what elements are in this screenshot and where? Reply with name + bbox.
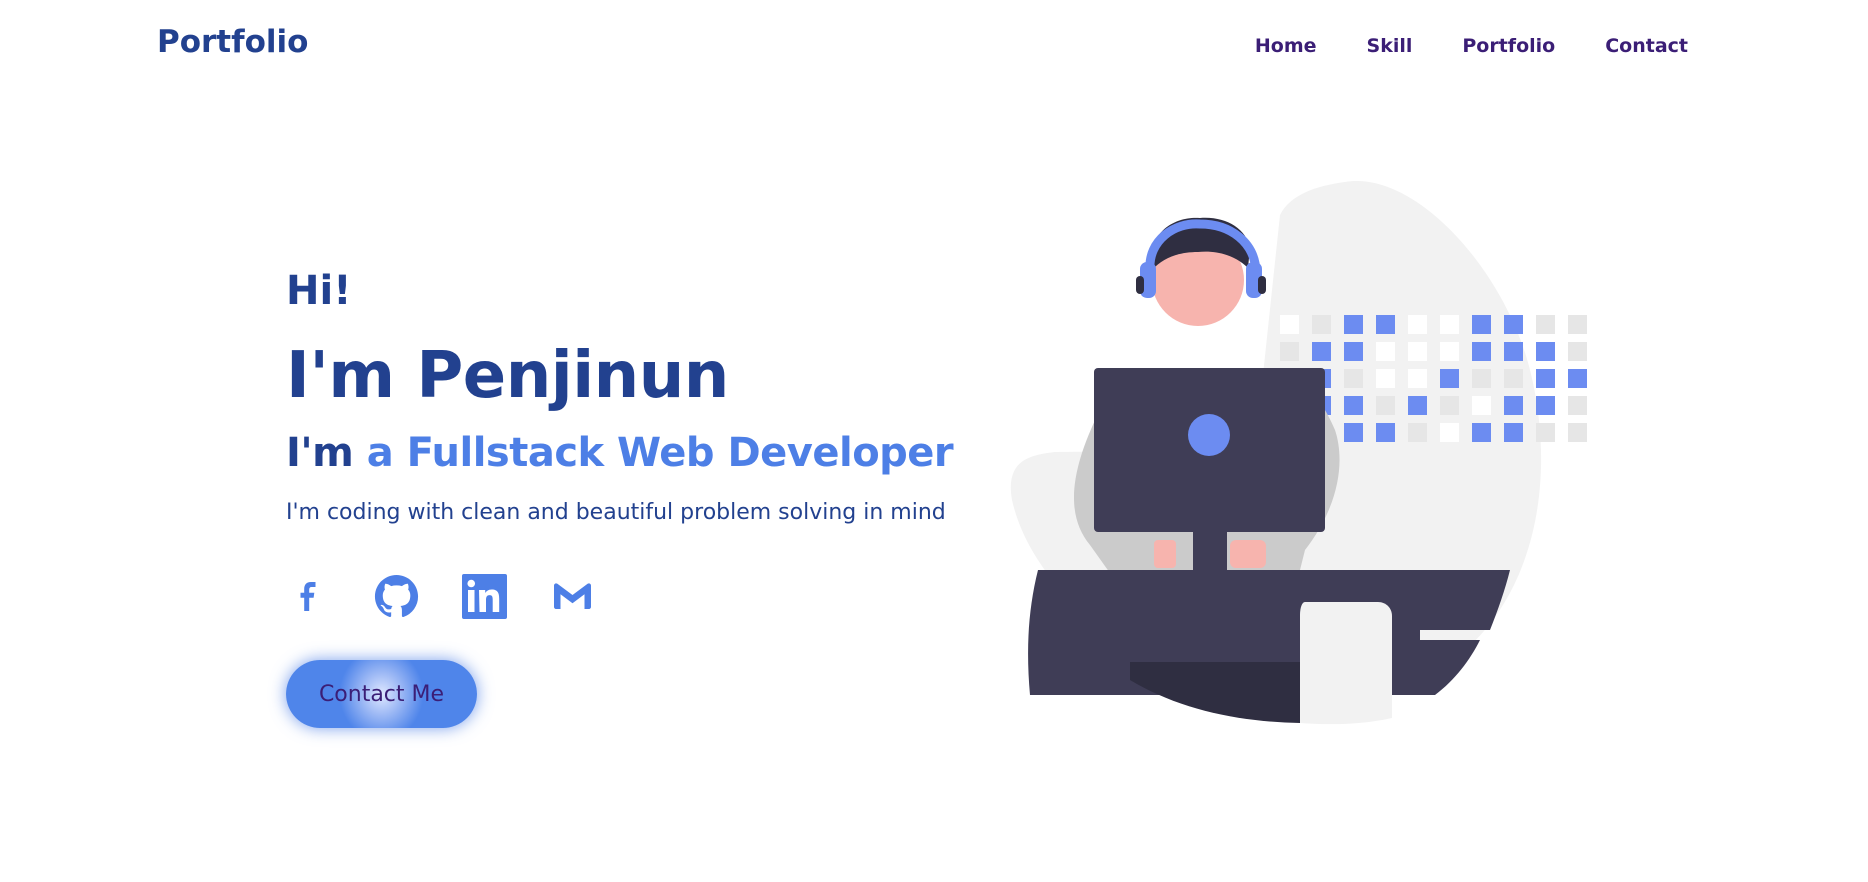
- facebook-icon[interactable]: [286, 574, 331, 619]
- monitor-stand: [1193, 532, 1227, 572]
- hero-tagline: I'm coding with clean and beautiful prob…: [286, 500, 946, 525]
- greeting: Hi!: [286, 268, 352, 314]
- contact-me-button[interactable]: Contact Me: [286, 660, 477, 728]
- chair-seat: [1130, 662, 1300, 723]
- nav-link-contact[interactable]: Contact: [1605, 35, 1688, 57]
- developer-illustration: [1000, 170, 1600, 730]
- chair-back: [1300, 602, 1392, 725]
- github-icon[interactable]: [374, 574, 419, 619]
- nav-links: Home Skill Portfolio Contact: [1255, 35, 1688, 57]
- role-prefix: I'm: [286, 430, 354, 476]
- nav-link-portfolio[interactable]: Portfolio: [1462, 35, 1555, 57]
- role-accent: a Fullstack Web Developer: [366, 430, 954, 476]
- hand-left: [1154, 540, 1176, 568]
- social-links: [286, 574, 595, 619]
- hero-text: Hi! I'm Penjinun I'm a Fullstack Web Dev…: [286, 262, 1006, 528]
- hand-right: [1230, 540, 1266, 568]
- navbar: Portfolio Home Skill Portfolio Contact: [0, 0, 1868, 92]
- hero-role: I'm a Fullstack Web Developer: [286, 424, 1006, 482]
- monitor-logo: [1188, 414, 1230, 456]
- nav-link-home[interactable]: Home: [1255, 35, 1317, 57]
- linkedin-icon[interactable]: [462, 574, 507, 619]
- hero-name: I'm Penjinun: [286, 339, 729, 413]
- gmail-icon[interactable]: [550, 574, 595, 619]
- nav-link-skill[interactable]: Skill: [1367, 35, 1413, 57]
- page: Portfolio Home Skill Portfolio Contact H…: [0, 0, 1868, 882]
- brand-logo[interactable]: Portfolio: [157, 24, 308, 60]
